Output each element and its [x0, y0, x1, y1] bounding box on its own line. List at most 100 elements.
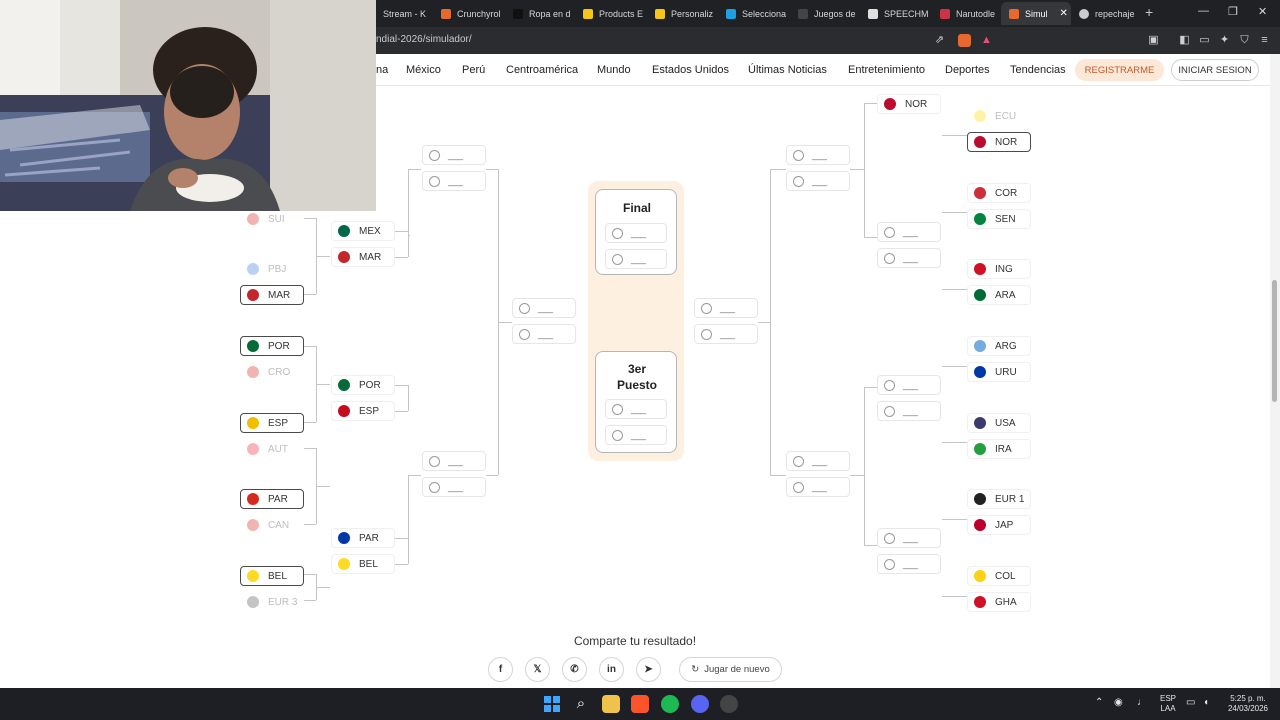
team-chip-left-r16[interactable]: ESP: [331, 401, 395, 421]
screenshot-icon[interactable]: ▣: [1147, 34, 1160, 47]
match-slot-left-qf[interactable]: ___: [422, 477, 486, 497]
team-chip-left-r16[interactable]: PAR: [331, 528, 395, 548]
tab-stream[interactable]: Stream - K: [375, 2, 435, 25]
team-chip-left-r32[interactable]: PAR: [240, 489, 304, 509]
close-icon[interactable]: ✕: [1060, 8, 1068, 19]
tab-repechaje[interactable]: repechaje: [1071, 2, 1141, 25]
share-page-icon[interactable]: ⇗: [933, 34, 946, 47]
match-slot-right-r16[interactable]: ___: [877, 375, 941, 395]
team-chip-left-r16[interactable]: MEX: [331, 221, 395, 241]
team-chip-right-r32[interactable]: ING: [967, 259, 1031, 279]
match-slot-right-qf[interactable]: ___: [786, 451, 850, 471]
third-place-slot[interactable]: ___: [605, 425, 667, 445]
team-chip-right-r32[interactable]: COL: [967, 566, 1031, 586]
nav-link-estados-unidos[interactable]: Estados Unidos: [652, 64, 729, 76]
play-again-button[interactable]: ↻ Jugar de nuevo: [679, 657, 782, 682]
team-chip-left-r16[interactable]: BEL: [331, 554, 395, 574]
match-slot-left-qf[interactable]: ___: [422, 145, 486, 165]
brave-rewards-icon[interactable]: ▲: [980, 34, 993, 47]
page-scrollbar[interactable]: [1270, 54, 1280, 688]
team-chip-left-r32[interactable]: POR: [240, 336, 304, 356]
final-slot[interactable]: ___: [605, 249, 667, 269]
wallet-icon[interactable]: ▭: [1198, 34, 1211, 47]
nav-link-ultimas-noticias[interactable]: Últimas Noticias: [748, 64, 827, 76]
minimize-icon[interactable]: —: [1198, 5, 1209, 17]
network-icon[interactable]: ▭: [1186, 698, 1195, 708]
team-chip-right-r32[interactable]: ECU: [967, 106, 1031, 126]
match-slot-right-sf[interactable]: ___: [694, 324, 758, 344]
sidebar-icon[interactable]: ◧: [1178, 34, 1191, 47]
login-button[interactable]: INICIAR SESION: [1171, 59, 1259, 81]
team-chip-left-r32[interactable]: MAR: [240, 285, 304, 305]
volume-icon[interactable]: ◖: [1203, 698, 1209, 708]
final-slot[interactable]: ___: [605, 223, 667, 243]
match-slot-left-sf[interactable]: ___: [512, 324, 576, 344]
brave-browser-icon[interactable]: [631, 695, 649, 713]
telegram-share-button[interactable]: ➤: [636, 657, 661, 682]
app-icon[interactable]: [720, 695, 738, 713]
tray-game-icon[interactable]: ◉: [1114, 698, 1123, 708]
team-chip-right-r32[interactable]: IRA: [967, 439, 1031, 459]
nav-link-mundo[interactable]: Mundo: [597, 64, 631, 76]
spotify-icon[interactable]: [661, 695, 679, 713]
tab-simulador-active[interactable]: Simul ✕: [1001, 2, 1071, 25]
match-slot-right-sf[interactable]: ___: [694, 298, 758, 318]
windows-start-icon[interactable]: [543, 695, 561, 713]
match-slot-right-r16[interactable]: ___: [877, 401, 941, 421]
team-chip-left-r16[interactable]: POR: [331, 375, 395, 395]
scrollbar-thumb[interactable]: [1272, 280, 1277, 402]
restore-icon[interactable]: ❐: [1228, 5, 1238, 18]
tab-ropa[interactable]: Ropa en d: [505, 2, 575, 25]
leo-ai-icon[interactable]: ✦: [1218, 34, 1231, 47]
nav-link-mexico[interactable]: México: [406, 64, 441, 76]
team-chip-left-r32[interactable]: CAN: [240, 515, 304, 535]
tab-narutodle[interactable]: Narutodle: [932, 2, 1002, 25]
team-chip-right-r32[interactable]: NOR: [967, 132, 1031, 152]
match-slot-right-qf[interactable]: ___: [786, 477, 850, 497]
match-slot-right-r16[interactable]: ___: [877, 554, 941, 574]
team-chip-right-r16[interactable]: NOR: [877, 94, 941, 114]
match-slot-left-qf[interactable]: ___: [422, 171, 486, 191]
team-chip-right-r32[interactable]: ARG: [967, 336, 1031, 356]
match-slot-right-r16[interactable]: ___: [877, 222, 941, 242]
team-chip-left-r32[interactable]: PBJ: [240, 259, 304, 279]
tab-personaliza[interactable]: Personaliz: [647, 2, 717, 25]
team-chip-right-r32[interactable]: USA: [967, 413, 1031, 433]
match-slot-right-r16[interactable]: ___: [877, 248, 941, 268]
nav-link-partial[interactable]: na: [376, 64, 388, 76]
tab-speechm[interactable]: SPEECHM: [860, 2, 932, 25]
team-chip-right-r32[interactable]: GHA: [967, 592, 1031, 612]
team-chip-left-r32[interactable]: BEL: [240, 566, 304, 586]
url-field[interactable]: ndial-2026/simulador/: [376, 34, 472, 45]
match-slot-right-qf[interactable]: ___: [786, 171, 850, 191]
team-chip-right-r32[interactable]: ARA: [967, 285, 1031, 305]
vpn-icon[interactable]: ⛉: [1238, 34, 1251, 47]
team-chip-left-r16[interactable]: MAR: [331, 247, 395, 267]
team-chip-left-r32[interactable]: AUT: [240, 439, 304, 459]
tab-selecciona[interactable]: Selecciona: [718, 2, 790, 25]
team-chip-right-r32[interactable]: EUR 1: [967, 489, 1031, 509]
team-chip-left-r32[interactable]: CRO: [240, 362, 304, 382]
search-icon[interactable]: ⌕: [572, 695, 590, 713]
linkedin-share-button[interactable]: in: [599, 657, 624, 682]
match-slot-right-qf[interactable]: ___: [786, 145, 850, 165]
discord-icon[interactable]: [691, 695, 709, 713]
team-chip-left-r32[interactable]: EUR 3: [240, 592, 304, 612]
file-explorer-icon[interactable]: [602, 695, 620, 713]
window-close-icon[interactable]: ✕: [1258, 5, 1267, 18]
team-chip-left-r32[interactable]: SUI: [240, 209, 304, 229]
new-tab-icon[interactable]: +: [1145, 4, 1153, 20]
nav-link-centroamerica[interactable]: Centroamérica: [506, 64, 578, 76]
register-button[interactable]: REGISTRARME: [1075, 59, 1164, 81]
menu-icon[interactable]: ≡: [1258, 34, 1271, 47]
nav-link-deportes[interactable]: Deportes: [945, 64, 990, 76]
team-chip-right-r32[interactable]: URU: [967, 362, 1031, 382]
tab-juegos[interactable]: Juegos de: [790, 2, 860, 25]
team-chip-right-r32[interactable]: SEN: [967, 209, 1031, 229]
clock[interactable]: 5:25 p. m. 24/03/2026: [1223, 694, 1273, 714]
facebook-share-button[interactable]: f: [488, 657, 513, 682]
team-chip-right-r32[interactable]: JAP: [967, 515, 1031, 535]
tab-crunchyroll[interactable]: Crunchyrol: [433, 2, 503, 25]
nav-link-tendencias[interactable]: Tendencias: [1010, 64, 1066, 76]
x-share-button[interactable]: 𝕏: [525, 657, 550, 682]
